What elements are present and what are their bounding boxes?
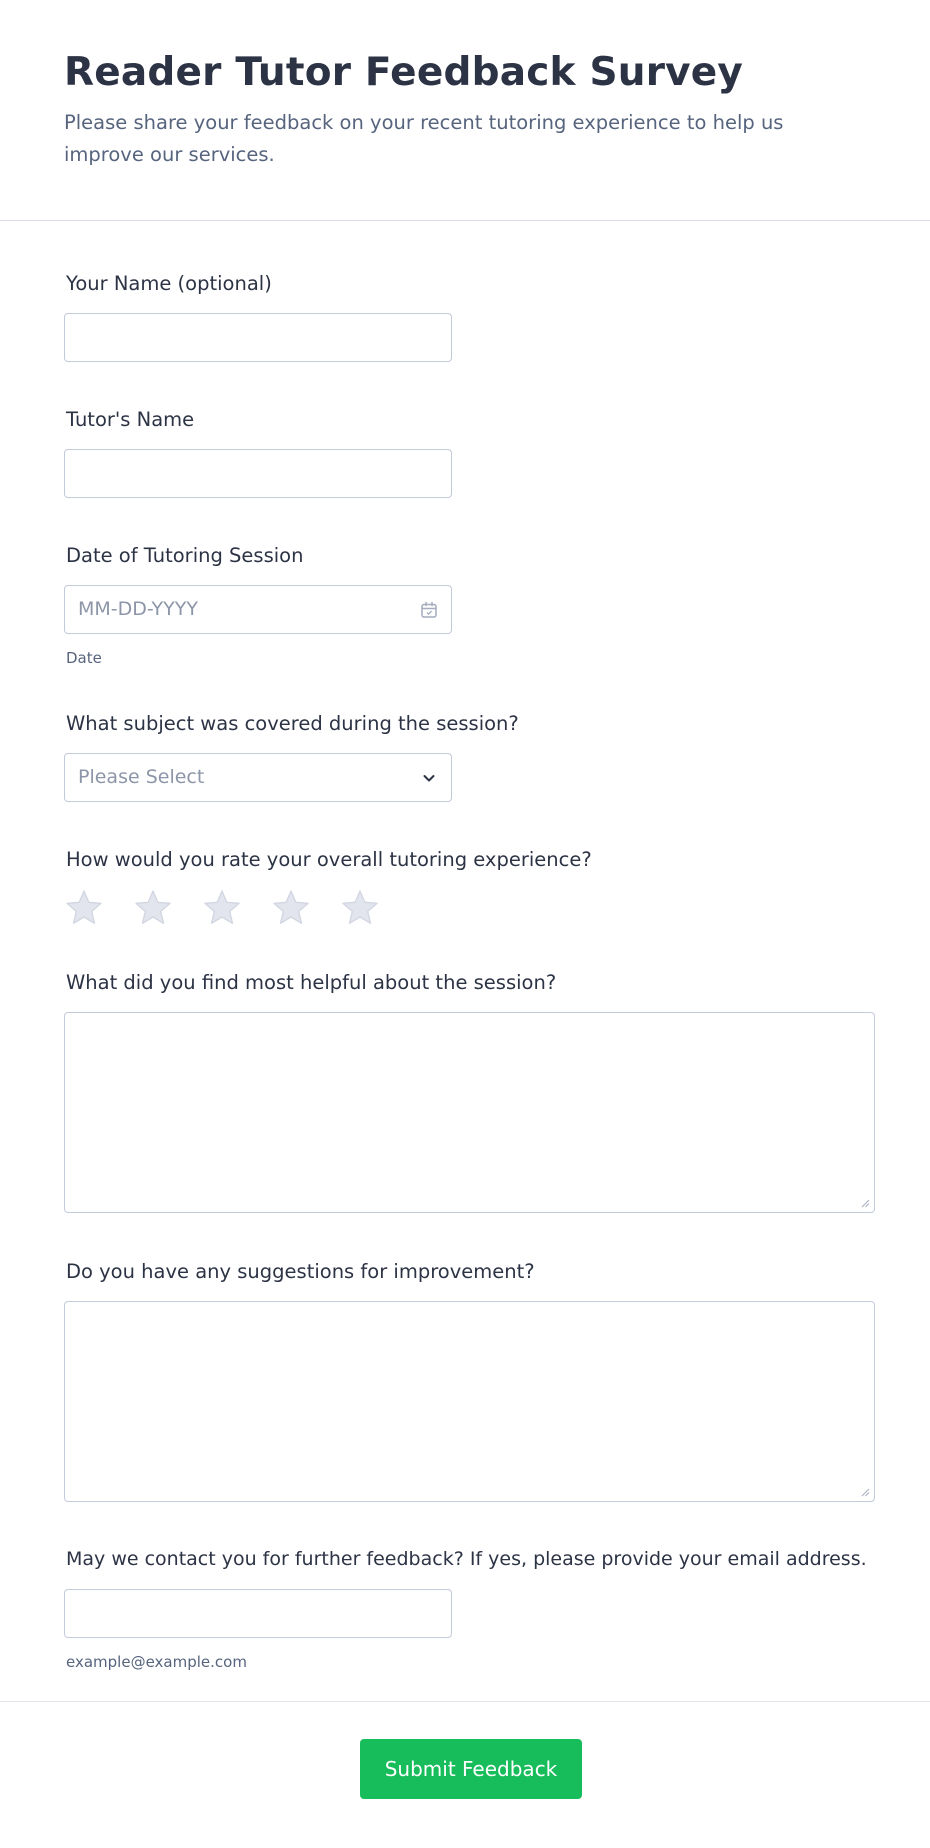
chevron-down-icon[interactable] (419, 768, 439, 788)
suggestions-textarea[interactable] (64, 1301, 875, 1502)
star-icon[interactable] (339, 888, 381, 928)
date-label: Date of Tutoring Session (66, 544, 304, 567)
footer-divider (0, 1701, 930, 1702)
form-title: Reader Tutor Feedback Survey (64, 50, 744, 95)
email-input[interactable] (65, 1590, 451, 1637)
calendar-icon[interactable] (419, 600, 439, 620)
star-rating[interactable] (63, 888, 403, 928)
tutor-name-field[interactable] (64, 449, 452, 498)
star-icon[interactable] (132, 888, 174, 928)
tutor-name-label: Tutor's Name (66, 408, 195, 431)
name-input[interactable] (65, 314, 451, 361)
tutor-name-input[interactable] (65, 450, 451, 497)
form-header: Reader Tutor Feedback Survey Please shar… (0, 0, 930, 221)
subject-placeholder: Please Select (78, 766, 205, 788)
submit-button[interactable]: Submit Feedback (360, 1739, 582, 1799)
resize-handle-icon[interactable] (860, 1198, 870, 1208)
subject-label: What subject was covered during the sess… (66, 712, 519, 735)
helpful-textarea[interactable] (64, 1012, 875, 1213)
resize-handle-icon[interactable] (860, 1487, 870, 1497)
helpful-label: What did you find most helpful about the… (66, 971, 557, 994)
date-placeholder: MM-DD-YYYY (78, 598, 198, 620)
star-icon[interactable] (63, 888, 105, 928)
subject-select[interactable]: Please Select (64, 753, 452, 802)
email-sublabel: example@example.com (66, 1653, 247, 1671)
date-field[interactable]: MM-DD-YYYY (64, 585, 452, 634)
date-sublabel: Date (66, 649, 102, 667)
rating-label: How would you rate your overall tutoring… (66, 848, 592, 871)
star-icon[interactable] (270, 888, 312, 928)
star-icon[interactable] (201, 888, 243, 928)
suggestions-label: Do you have any suggestions for improvem… (66, 1260, 535, 1283)
email-label: May we contact you for further feedback?… (66, 1548, 867, 1570)
name-field[interactable] (64, 313, 452, 362)
name-label: Your Name (optional) (66, 272, 272, 295)
email-field[interactable] (64, 1589, 452, 1638)
form-subtitle: Please share your feedback on your recen… (64, 111, 784, 166)
